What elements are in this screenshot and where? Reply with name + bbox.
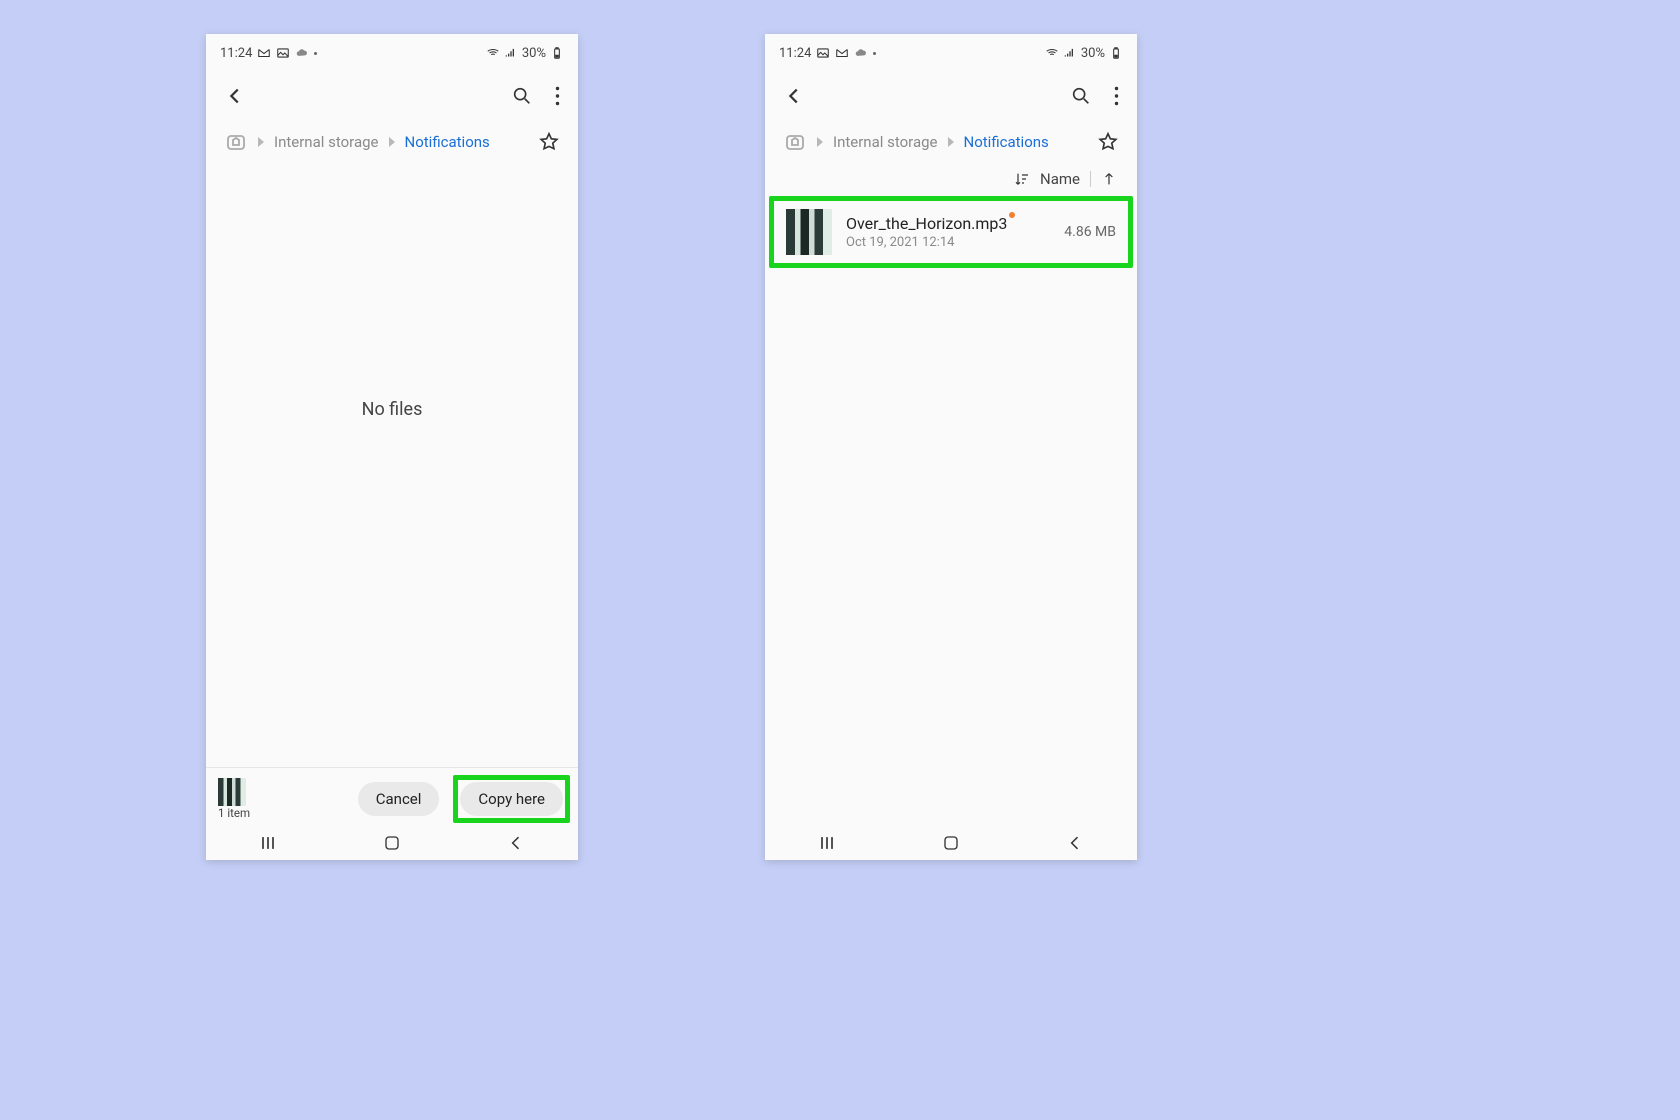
star-icon[interactable]: [538, 131, 560, 153]
battery-icon: [550, 46, 564, 60]
chevron-right-icon: [389, 137, 395, 147]
signal-icon: [1063, 46, 1077, 60]
breadcrumb-folder[interactable]: Notifications: [964, 133, 1049, 151]
sort-icon[interactable]: [1014, 171, 1030, 187]
file-size: 4.86 MB: [1064, 224, 1116, 240]
chevron-right-icon: [258, 137, 264, 147]
breadcrumb-folder[interactable]: Notifications: [405, 133, 490, 151]
signal-icon: [504, 46, 518, 60]
back-nav-icon[interactable]: [1065, 833, 1085, 853]
star-icon[interactable]: [1097, 131, 1119, 153]
clipboard-thumb: [218, 778, 246, 806]
highlight-file-row: Over_the_Horizon.mp3 Oct 19, 2021 12:14 …: [769, 196, 1133, 268]
status-bar: 11:24 30%: [206, 38, 578, 68]
phone-screenshot-right: 11:24 30% Internal storage Notifications…: [765, 34, 1137, 860]
gmail-icon: [835, 46, 849, 60]
back-icon[interactable]: [783, 85, 805, 107]
overflow-icon[interactable]: [1114, 86, 1119, 106]
wifi-icon: [1045, 46, 1059, 60]
highlight-copy-here: Copy here: [453, 775, 570, 823]
file-thumbnail: [786, 209, 832, 255]
gmail-icon: [257, 46, 271, 60]
home-nav-icon[interactable]: [942, 834, 960, 852]
breadcrumb-storage[interactable]: Internal storage: [833, 133, 938, 151]
dot-icon: [873, 52, 876, 55]
battery-icon: [1109, 46, 1123, 60]
search-icon[interactable]: [511, 85, 533, 107]
empty-text: No files: [362, 399, 423, 420]
recents-icon[interactable]: [258, 833, 278, 853]
top-bar: [206, 68, 578, 124]
breadcrumb-storage[interactable]: Internal storage: [274, 133, 379, 151]
file-row[interactable]: Over_the_Horizon.mp3 Oct 19, 2021 12:14 …: [774, 201, 1128, 263]
empty-state: No files: [206, 164, 578, 654]
battery-text: 30%: [1081, 46, 1105, 61]
breadcrumb: Internal storage Notifications: [206, 124, 578, 164]
item-count: 1 item: [218, 806, 250, 820]
back-icon[interactable]: [224, 85, 246, 107]
file-date: Oct 19, 2021 12:14: [846, 235, 1050, 250]
paste-action-bar: 1 item Cancel Copy here: [206, 767, 578, 826]
status-time: 11:24: [220, 46, 252, 61]
wifi-icon: [486, 46, 500, 60]
nav-bar: [206, 826, 578, 860]
status-time: 11:24: [779, 46, 811, 61]
status-bar: 11:24 30%: [765, 38, 1137, 68]
battery-text: 30%: [522, 46, 546, 61]
copy-here-button[interactable]: Copy here: [460, 782, 563, 816]
sort-label[interactable]: Name: [1040, 170, 1080, 188]
home-icon[interactable]: [224, 130, 248, 154]
cloud-icon: [295, 46, 309, 60]
home-icon[interactable]: [783, 130, 807, 154]
home-nav-icon[interactable]: [383, 834, 401, 852]
chevron-right-icon: [817, 137, 823, 147]
cancel-button[interactable]: Cancel: [358, 782, 440, 816]
sort-row: Name: [765, 164, 1137, 196]
overflow-icon[interactable]: [555, 86, 560, 106]
cloud-icon: [854, 46, 868, 60]
search-icon[interactable]: [1070, 85, 1092, 107]
image-icon: [816, 46, 830, 60]
arrow-up-icon[interactable]: [1101, 171, 1117, 187]
recents-icon[interactable]: [817, 833, 837, 853]
file-name: Over_the_Horizon.mp3: [846, 214, 1007, 233]
image-icon: [276, 46, 290, 60]
breadcrumb: Internal storage Notifications: [765, 124, 1137, 164]
nav-bar: [765, 826, 1137, 860]
divider: [1090, 171, 1091, 187]
dot-icon: [314, 52, 317, 55]
back-nav-icon[interactable]: [506, 833, 526, 853]
top-bar: [765, 68, 1137, 124]
chevron-right-icon: [948, 137, 954, 147]
phone-screenshot-left: 11:24 30% Internal storage Notifications…: [206, 34, 578, 860]
